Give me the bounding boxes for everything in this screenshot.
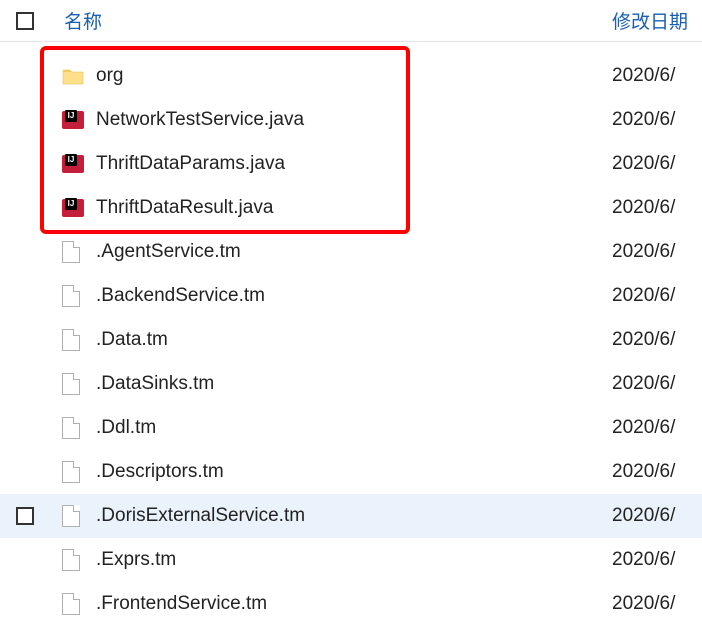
row-name: .Exprs.tm xyxy=(96,549,612,571)
row-checkbox[interactable] xyxy=(16,507,34,525)
row-date: 2020/6/ xyxy=(612,593,702,615)
file-row[interactable]: IJ ThriftDataResult.java2020/6/ xyxy=(0,186,702,230)
select-all-checkbox[interactable] xyxy=(16,12,34,30)
file-icon xyxy=(62,417,80,439)
row-name: .DataSinks.tm xyxy=(96,373,612,395)
file-row[interactable]: .Data.tm2020/6/ xyxy=(0,318,702,362)
file-icon xyxy=(62,505,80,527)
file-row[interactable]: .DataSinks.tm2020/6/ xyxy=(0,362,702,406)
file-row[interactable]: .Exprs.tm2020/6/ xyxy=(0,538,702,582)
file-icon xyxy=(62,241,80,263)
intellij-java-icon: IJ xyxy=(62,197,84,219)
column-header-row: 名称 修改日期 xyxy=(0,0,702,42)
row-icon-slot xyxy=(62,373,96,395)
row-date: 2020/6/ xyxy=(612,417,702,439)
row-date: 2020/6/ xyxy=(612,65,702,87)
row-name: ThriftDataResult.java xyxy=(96,197,612,219)
row-date: 2020/6/ xyxy=(612,373,702,395)
file-icon xyxy=(62,461,80,483)
intellij-java-icon: IJ xyxy=(62,153,84,175)
row-date: 2020/6/ xyxy=(612,505,702,527)
row-date: 2020/6/ xyxy=(612,461,702,483)
column-header-name[interactable]: 名称 xyxy=(64,7,612,34)
row-name: .Ddl.tm xyxy=(96,417,612,439)
file-row[interactable]: .Ddl.tm2020/6/ xyxy=(0,406,702,450)
row-date: 2020/6/ xyxy=(612,549,702,571)
row-date: 2020/6/ xyxy=(612,197,702,219)
file-list: org2020/6/IJNetworkTestService.java2020/… xyxy=(0,42,702,626)
row-icon-slot: IJ xyxy=(62,197,96,219)
row-name: .Data.tm xyxy=(96,329,612,351)
row-date: 2020/6/ xyxy=(612,285,702,307)
row-icon-slot: IJ xyxy=(62,153,96,175)
row-name: org xyxy=(96,65,612,87)
row-icon-slot xyxy=(62,461,96,483)
row-icon-slot xyxy=(62,66,96,86)
file-row[interactable]: .DorisExternalService.tm2020/6/ xyxy=(0,494,702,538)
row-icon-slot xyxy=(62,285,96,307)
row-date: 2020/6/ xyxy=(612,241,702,263)
file-row[interactable]: .FrontendService.tm2020/6/ xyxy=(0,582,702,626)
row-icon-slot xyxy=(62,417,96,439)
row-icon-slot: IJ xyxy=(62,109,96,131)
file-icon xyxy=(62,549,80,571)
file-row[interactable]: .BackendService.tm2020/6/ xyxy=(0,274,702,318)
row-icon-slot xyxy=(62,505,96,527)
row-icon-slot xyxy=(62,549,96,571)
file-row[interactable]: .AgentService.tm2020/6/ xyxy=(0,230,702,274)
row-icon-slot xyxy=(62,329,96,351)
row-name: ThriftDataParams.java xyxy=(96,153,612,175)
file-row[interactable]: IJ NetworkTestService.java2020/6/ xyxy=(0,98,702,142)
file-row[interactable]: IJ ThriftDataParams.java2020/6/ xyxy=(0,142,702,186)
row-date: 2020/6/ xyxy=(612,109,702,131)
intellij-java-icon: IJ xyxy=(62,109,84,131)
row-name: .DorisExternalService.tm xyxy=(96,505,612,527)
row-checkbox-slot xyxy=(16,507,62,525)
column-header-modified[interactable]: 修改日期 xyxy=(612,7,702,34)
row-name: .BackendService.tm xyxy=(96,285,612,307)
row-date: 2020/6/ xyxy=(612,153,702,175)
row-date: 2020/6/ xyxy=(612,329,702,351)
row-name: .FrontendService.tm xyxy=(96,593,612,615)
row-name: .Descriptors.tm xyxy=(96,461,612,483)
row-name: NetworkTestService.java xyxy=(96,109,612,131)
file-icon xyxy=(62,373,80,395)
file-icon xyxy=(62,329,80,351)
file-icon xyxy=(62,593,80,615)
row-name: .AgentService.tm xyxy=(96,241,612,263)
file-row[interactable]: .Descriptors.tm2020/6/ xyxy=(0,450,702,494)
row-icon-slot xyxy=(62,593,96,615)
file-icon xyxy=(62,285,80,307)
file-row[interactable]: org2020/6/ xyxy=(0,54,702,98)
row-icon-slot xyxy=(62,241,96,263)
folder-icon xyxy=(62,66,84,86)
